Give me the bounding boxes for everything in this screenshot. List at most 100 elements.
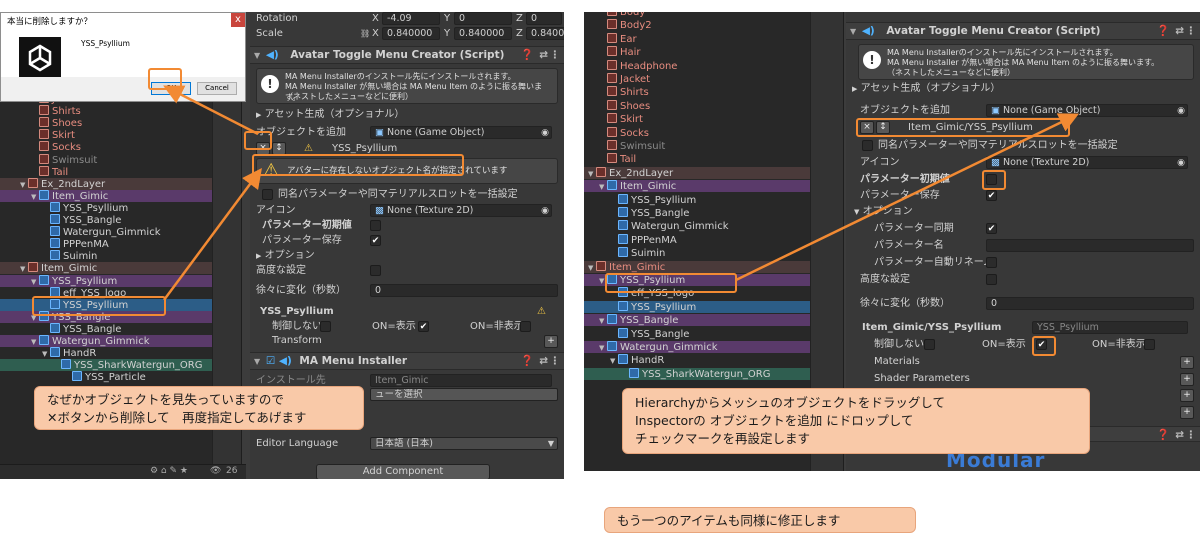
add-object-field[interactable]: ▣ None (Game Object)	[986, 104, 1188, 117]
hierarchy-item[interactable]: ▼ HandR	[584, 354, 810, 366]
hierarchy-item[interactable]: Socks	[0, 141, 212, 153]
hierarchy-item[interactable]: ▼ Watergun_Gimmick	[0, 335, 212, 347]
object-picker-icon[interactable]: ◉	[1177, 104, 1185, 118]
same-param-checkbox[interactable]	[862, 140, 873, 151]
preset-icon[interactable]: ⇄	[539, 47, 548, 63]
object-picker-icon[interactable]: ◉	[1177, 156, 1185, 170]
options-foldout-right[interactable]: ▼ オプション	[852, 205, 1194, 219]
hierarchy-item[interactable]: Headphone	[584, 59, 810, 72]
advanced-checkbox[interactable]	[986, 274, 997, 285]
hierarchy-item[interactable]: ▼ HandR	[0, 347, 212, 359]
hierarchy-item[interactable]: ▼ Item_Gimic	[0, 262, 212, 275]
expand-arrow-icon[interactable]: ▼	[599, 315, 607, 327]
hierarchy-item[interactable]: YSS_SharkWatergun_ORG	[0, 359, 212, 372]
footer-icons[interactable]: ⚙ ⌂ ✎ ★	[150, 466, 188, 476]
icon-field[interactable]: ▩ None (Texture 2D)	[370, 204, 552, 217]
hierarchy-item[interactable]: ▼ YSS_Psyllium	[584, 274, 810, 286]
expand-arrow-icon[interactable]: ▼	[599, 181, 607, 193]
add-component-button[interactable]: Add Component	[316, 464, 490, 479]
object-picker-icon[interactable]: ◉	[541, 204, 549, 218]
menu-icon[interactable]: ⋮	[550, 353, 561, 369]
on-show-checkbox[interactable]: ✔	[1036, 339, 1047, 350]
hierarchy-item[interactable]: eff_YSS_logo	[584, 287, 810, 299]
hierarchy-item[interactable]: Suimin	[0, 250, 212, 262]
param-save-checkbox[interactable]: ✔	[986, 190, 997, 201]
add-shader-param-button[interactable]: +	[1180, 373, 1194, 386]
hierarchy-item[interactable]: YSS_Bangle	[0, 322, 212, 335]
param-name-field[interactable]	[986, 239, 1194, 252]
expand-arrow-icon[interactable]: ▼	[588, 262, 596, 274]
hierarchy-item[interactable]: YSS_Psyllium	[0, 298, 212, 311]
hierarchy-item[interactable]: Jacket	[584, 73, 810, 85]
menu-icon[interactable]: ⋮	[550, 47, 561, 63]
expand-arrow-icon[interactable]: ▼	[610, 355, 618, 367]
asset-gen-foldout-right[interactable]: ▶ アセット生成（オプショナル）	[852, 82, 1194, 96]
hierarchy-item[interactable]: Swimsuit	[584, 140, 810, 152]
help-icon[interactable]: ❓	[521, 353, 534, 369]
hierarchy-item[interactable]: ▼ YSS_Bangle	[584, 314, 810, 327]
add-object-field[interactable]: ▣ None (Game Object)	[370, 126, 552, 139]
hierarchy-item[interactable]: Ear	[584, 32, 810, 45]
rot-z-field[interactable]: 0	[526, 12, 562, 25]
add-material-button[interactable]: +	[1180, 356, 1194, 369]
foldout-arrow-icon[interactable]: ▼	[850, 27, 856, 36]
hierarchy-item[interactable]: YSS_Bangle	[584, 327, 810, 340]
add-row-button[interactable]: +	[1180, 389, 1194, 402]
asset-gen-foldout[interactable]: ▶ アセット生成（オプショナル）	[256, 108, 558, 122]
on-hide-checkbox[interactable]	[520, 321, 531, 332]
hierarchy-item[interactable]: Swimsuit	[0, 153, 212, 166]
icon-field[interactable]: ▩ None (Texture 2D)	[986, 156, 1188, 169]
on-show-checkbox[interactable]: ✔	[418, 321, 429, 332]
entry-ref-field[interactable]: YSS_Psyllium	[1032, 321, 1188, 334]
hierarchy-item[interactable]: PPPenMA	[0, 238, 212, 250]
hierarchy-item[interactable]: ▼ Item_Gimic	[584, 180, 810, 193]
scale-x-field[interactable]: 0.840000	[382, 27, 440, 40]
scale-y-field[interactable]: 0.840000	[454, 27, 512, 40]
param-init-checkbox[interactable]	[986, 174, 997, 185]
hierarchy-item[interactable]: ▼ Item_Gimic	[0, 189, 212, 202]
hierarchy-item[interactable]: YSS_Psyllium	[0, 201, 212, 214]
expand-arrow-icon[interactable]: ▼	[599, 342, 607, 354]
param-sync-checkbox[interactable]: ✔	[986, 223, 997, 234]
hierarchy-item[interactable]: Tail	[584, 153, 810, 165]
help-icon[interactable]: ❓	[521, 47, 534, 63]
add-transform-button[interactable]: +	[544, 335, 558, 348]
dialog-cancel-button[interactable]: Cancel	[197, 82, 237, 95]
remove-item-button[interactable]: ×	[256, 142, 270, 155]
checkbox-enabled-icon[interactable]: ☑	[266, 355, 275, 367]
expand-arrow-icon[interactable]: ▼	[599, 275, 607, 287]
menu-select-button[interactable]: ューを選択	[370, 388, 558, 401]
gradual-field[interactable]: 0	[370, 284, 558, 297]
hierarchy-item[interactable]: Socks	[584, 126, 810, 139]
hierarchy-item[interactable]: PPPenMA	[584, 233, 810, 246]
hierarchy-item[interactable]: YSS_Particle	[0, 371, 212, 383]
param-save-checkbox[interactable]: ✔	[370, 235, 381, 246]
hierarchy-item[interactable]: Watergun_Gimmick	[584, 220, 810, 232]
help-icon[interactable]: ❓	[1157, 23, 1170, 39]
hierarchy-item[interactable]: eff_YSS_logo	[0, 286, 212, 299]
scale-link-icon[interactable]: ⛓	[360, 27, 370, 41]
preset-icon[interactable]: ⇄	[1175, 427, 1184, 443]
install-to-field[interactable]: Item_Gimic	[370, 374, 552, 387]
no-ctrl-checkbox[interactable]	[320, 321, 331, 332]
toggle-menu-component-header[interactable]: ▼ ◀) Avatar Toggle Menu Creator (Script)…	[250, 46, 564, 64]
preset-icon[interactable]: ⇄	[539, 353, 548, 369]
menu-installer-header[interactable]: ▼ ☑ ◀) MA Menu Installer ❓ ⇄ ⋮	[250, 352, 564, 370]
hierarchy-item[interactable]: YSS_Bangle	[0, 214, 212, 226]
hierarchy-item[interactable]: YSS_SharkWatergun_ORG	[584, 367, 810, 380]
object-picker-icon[interactable]: ◉	[541, 126, 549, 140]
hierarchy-item[interactable]: ▼ Ex_2ndLayer	[0, 177, 212, 190]
hierarchy-item[interactable]: ▼ Watergun_Gimmick	[584, 341, 810, 353]
reorder-button[interactable]: ↕	[272, 142, 286, 155]
foldout-arrow-icon[interactable]: ▼	[254, 357, 260, 366]
visibility-icon[interactable]: 👁	[210, 466, 221, 476]
hierarchy-item[interactable]: Skirt	[0, 129, 212, 141]
dialog-ok-button[interactable]: OK	[151, 82, 191, 95]
hierarchy-item[interactable]: YSS_Psyllium	[584, 193, 810, 206]
hierarchy-item[interactable]: Body2	[584, 19, 810, 31]
dialog-close-button[interactable]: x	[231, 13, 245, 27]
help-icon[interactable]: ❓	[1157, 427, 1170, 443]
menu-icon[interactable]: ⋮	[1186, 427, 1197, 443]
hierarchy-item[interactable]: ▼ Item_Gimic	[584, 260, 810, 274]
menu-icon[interactable]: ⋮	[1186, 23, 1197, 39]
